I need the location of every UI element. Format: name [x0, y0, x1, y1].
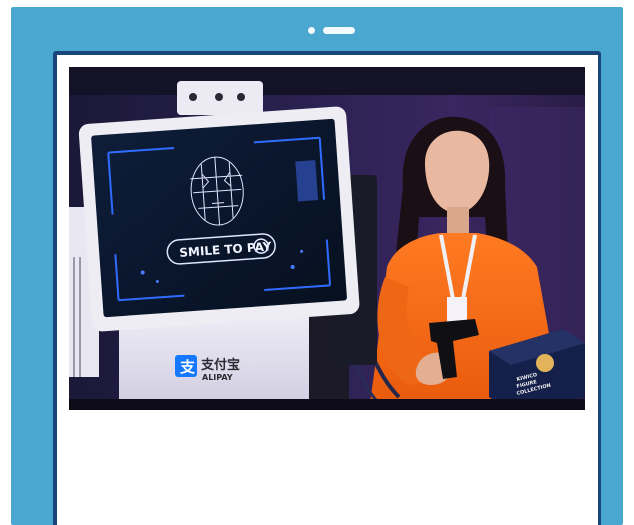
- badge: [447, 297, 467, 323]
- speaker-slot: [323, 27, 355, 34]
- alipay-latin: ALIPAY: [202, 373, 233, 382]
- camera-dot: [308, 27, 315, 34]
- ceiling-shadow: [69, 67, 585, 95]
- svg-text:支: 支: [179, 358, 196, 376]
- article-photo: KIWICO FIGURE COLLECTION 支 支付宝 ALIPAY SM…: [69, 67, 585, 410]
- alipay-chinese: 支付宝: [200, 357, 240, 373]
- tablet-frame: KIWICO FIGURE COLLECTION 支 支付宝 ALIPAY SM…: [11, 7, 623, 525]
- tablet-screen: KIWICO FIGURE COLLECTION 支 支付宝 ALIPAY SM…: [57, 55, 598, 525]
- table-edge: [69, 399, 585, 410]
- photo-illustration: KIWICO FIGURE COLLECTION 支 支付宝 ALIPAY SM…: [69, 67, 585, 410]
